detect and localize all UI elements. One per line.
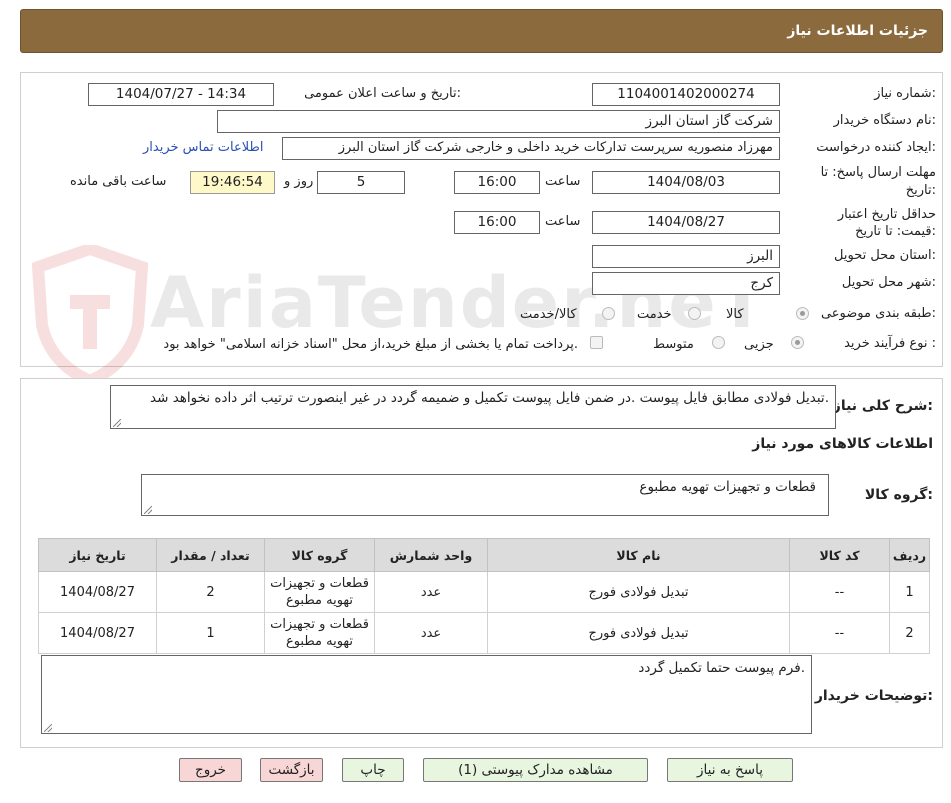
row-date: 1404/08/27 (38, 612, 157, 654)
validity-time-label: ساعت (545, 214, 581, 229)
deadline-label-2: تاریخ: (905, 183, 936, 198)
province-label: استان محل تحویل: (834, 248, 936, 263)
row-qty: 2 (156, 571, 265, 613)
deadline-time-label: ساعت (545, 174, 581, 189)
page-header: جزئیات اطلاعات نیاز (20, 9, 943, 53)
process-radio-medium[interactable] (712, 336, 725, 349)
reply-button[interactable]: پاسخ به نیاز (667, 758, 793, 782)
requester-label: ایجاد کننده درخواست: (816, 140, 936, 155)
remaining-label: ساعت باقی مانده (70, 174, 167, 189)
resize-grip-icon[interactable] (113, 419, 121, 427)
payment-note: پرداخت تمام یا بخشی از مبلغ خرید،از محل … (163, 337, 578, 352)
goods-table: ردیف کد کالا نام کالا واحد شمارش گروه کا… (38, 538, 930, 654)
validity-label: حداقل تاریخ اعتبار (837, 207, 936, 222)
row-date: 1404/08/27 (38, 571, 157, 613)
validity-date-field: 1404/08/27 (592, 211, 780, 234)
resize-grip-icon[interactable] (144, 506, 152, 514)
summary-textarea[interactable]: تبدیل فولادی مطابق فایل پیوست .در ضمن فا… (110, 385, 836, 429)
print-button[interactable]: چاپ (342, 758, 404, 782)
process-radio-minor[interactable] (791, 336, 804, 349)
row-index: 2 (889, 612, 930, 654)
city-field: کرج (592, 272, 780, 295)
category-radio-goods-service[interactable] (602, 307, 615, 320)
deadline-label: مهلت ارسال پاسخ: تا (820, 165, 936, 180)
contact-info-link[interactable]: اطلاعات تماس خریدار (143, 140, 263, 155)
category-label: طبقه بندی موضوعی: (820, 306, 936, 321)
goods-table-wrap: ردیف کد کالا نام کالا واحد شمارش گروه کا… (38, 538, 930, 654)
summary-label: شرح کلی نیاز: (832, 398, 933, 414)
category-radio-service[interactable] (688, 307, 701, 320)
validity-label-2: قیمت: تا تاریخ: (855, 224, 936, 239)
table-row: 1 -- تبدیل فولادی فورج عدد قطعات و تجهیز… (38, 571, 930, 613)
col-code-header: کد کالا (789, 538, 890, 572)
col-date-header: تاریخ نیاز (38, 538, 157, 572)
category-option-service: خدمت (637, 307, 672, 322)
row-name: تبدیل فولادی فورج (487, 612, 790, 654)
col-row-header: ردیف (889, 538, 930, 572)
city-label: شهر محل تحویل: (841, 275, 936, 290)
buyer-org-label: نام دستگاه خریدار: (833, 113, 936, 128)
page-title: جزئیات اطلاعات نیاز (787, 23, 928, 39)
goods-group-field: قطعات و تجهیزات تهویه مطبوع (141, 474, 829, 516)
buyer-org-field: شرکت گاز استان البرز (217, 110, 780, 133)
summary-text: تبدیل فولادی مطابق فایل پیوست .در ضمن فا… (150, 390, 829, 406)
row-index: 1 (889, 571, 930, 613)
row-group: قطعات و تجهیزات تهویه مطبوع (264, 571, 375, 613)
table-row: 2 -- تبدیل فولادی فورج عدد قطعات و تجهیز… (38, 612, 930, 654)
col-qty-header: تعداد / مقدار (156, 538, 265, 572)
row-qty: 1 (156, 612, 265, 654)
need-number-field: 1104001402000274 (592, 83, 780, 106)
treasury-checkbox[interactable] (590, 336, 603, 349)
row-code: -- (789, 612, 890, 654)
row-code: -- (789, 571, 890, 613)
col-name-header: نام کالا (487, 538, 790, 572)
validity-time-field: 16:00 (454, 211, 540, 234)
goods-section-title: اطلاعات کالاهای مورد نیاز (752, 436, 933, 452)
resize-grip-icon[interactable] (44, 724, 52, 732)
table-header-row: ردیف کد کالا نام کالا واحد شمارش گروه کا… (38, 538, 930, 572)
deadline-time-field: 16:00 (454, 171, 540, 194)
deadline-date-field: 1404/08/03 (592, 171, 780, 194)
category-option-goods: کالا (726, 307, 744, 322)
process-option-medium: متوسط (653, 337, 694, 352)
buyer-notes-label: توضیحات خریدار: (814, 688, 933, 704)
col-group-header: گروه کالا (264, 538, 375, 572)
process-option-minor: جزیی (744, 337, 774, 352)
row-unit: عدد (374, 571, 488, 613)
back-button[interactable]: بازگشت (260, 758, 323, 782)
exit-button[interactable]: خروج (179, 758, 242, 782)
row-group: قطعات و تجهیزات تهویه مطبوع (264, 612, 375, 654)
category-option-goods-service: کالا/خدمت (520, 307, 577, 322)
announce-label: تاریخ و ساعت اعلان عمومی: (304, 86, 461, 101)
goods-group-value: قطعات و تجهیزات تهویه مطبوع (639, 479, 816, 495)
row-name: تبدیل فولادی فورج (487, 571, 790, 613)
days-label: روز و (284, 174, 314, 189)
announce-field: 1404/07/27 - 14:34 (88, 83, 274, 106)
requester-field: مهرزاد منصوریه سرپرست تدارکات خرید داخلی… (282, 137, 780, 160)
buyer-notes-text: فرم پیوست حتما تکمیل گردد. (638, 660, 805, 676)
need-number-label: شماره نیاز: (874, 86, 936, 101)
remaining-time-field: 19:46:54 (190, 171, 275, 194)
province-field: البرز (592, 245, 780, 268)
category-radio-goods[interactable] (796, 307, 809, 320)
process-label: نوع فرآیند خرید : (844, 336, 936, 351)
goods-group-label: گروه کالا: (864, 487, 933, 503)
buyer-notes-textarea[interactable]: فرم پیوست حتما تکمیل گردد. (41, 655, 812, 734)
days-field: 5 (317, 171, 405, 194)
view-attachments-button[interactable]: مشاهده مدارک پیوستی (1) (423, 758, 648, 782)
col-unit-header: واحد شمارش (374, 538, 488, 572)
row-unit: عدد (374, 612, 488, 654)
